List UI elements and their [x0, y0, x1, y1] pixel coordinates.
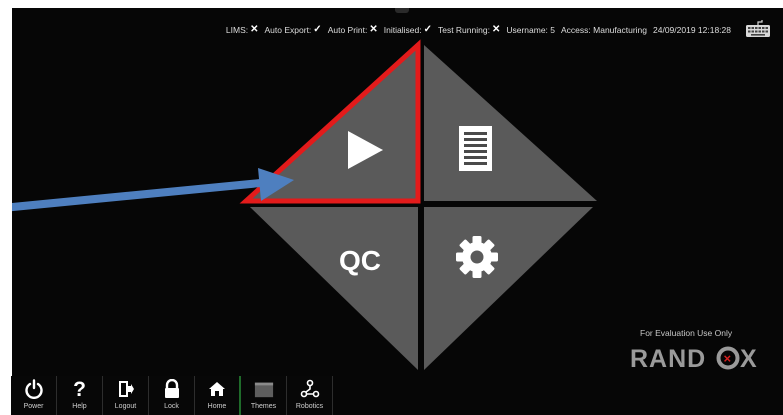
results-tile[interactable]	[424, 45, 597, 201]
themes-button[interactable]: Themes	[241, 376, 287, 415]
pointer-arrow	[12, 168, 294, 212]
robotics-button[interactable]: Robotics	[287, 376, 333, 415]
document-icon	[459, 126, 492, 171]
home-button[interactable]: Home	[195, 376, 241, 415]
lock-button[interactable]: Lock	[149, 376, 195, 415]
svg-text:X: X	[740, 345, 757, 372]
svg-text:×: ×	[724, 351, 732, 366]
themes-icon	[254, 378, 274, 400]
logout-button[interactable]: Logout	[103, 376, 149, 415]
home-icon	[207, 378, 227, 400]
logout-label: Logout	[114, 403, 137, 410]
qc-label: QC	[339, 245, 381, 276]
logout-icon	[116, 378, 136, 400]
robotics-label: Robotics	[295, 403, 324, 410]
power-label: Power	[23, 403, 44, 410]
lock-label: Lock	[164, 403, 179, 410]
themes-label: Themes	[250, 403, 277, 410]
robotics-icon	[300, 378, 320, 400]
evaluation-notice: For Evaluation Use Only	[640, 328, 733, 338]
svg-text:RAND: RAND	[630, 345, 706, 372]
help-label: Help	[72, 403, 87, 410]
power-button[interactable]: Power	[11, 376, 57, 415]
lock-icon	[162, 378, 182, 400]
bottom-toolbar: Power ? Help Logout Lock Home Themes Rob…	[11, 376, 333, 415]
home-label: Home	[207, 403, 227, 410]
help-button[interactable]: ? Help	[57, 376, 103, 415]
settings-tile[interactable]	[424, 207, 593, 370]
gear-icon	[456, 236, 498, 278]
app-screen: LIMS: ✕ Auto Export: ✓ Auto Print: ✕ Ini…	[12, 8, 783, 415]
power-icon	[24, 378, 44, 400]
help-icon: ?	[73, 377, 86, 401]
randox-logo: RAND × X	[630, 345, 757, 372]
qc-tile[interactable]	[250, 207, 418, 370]
